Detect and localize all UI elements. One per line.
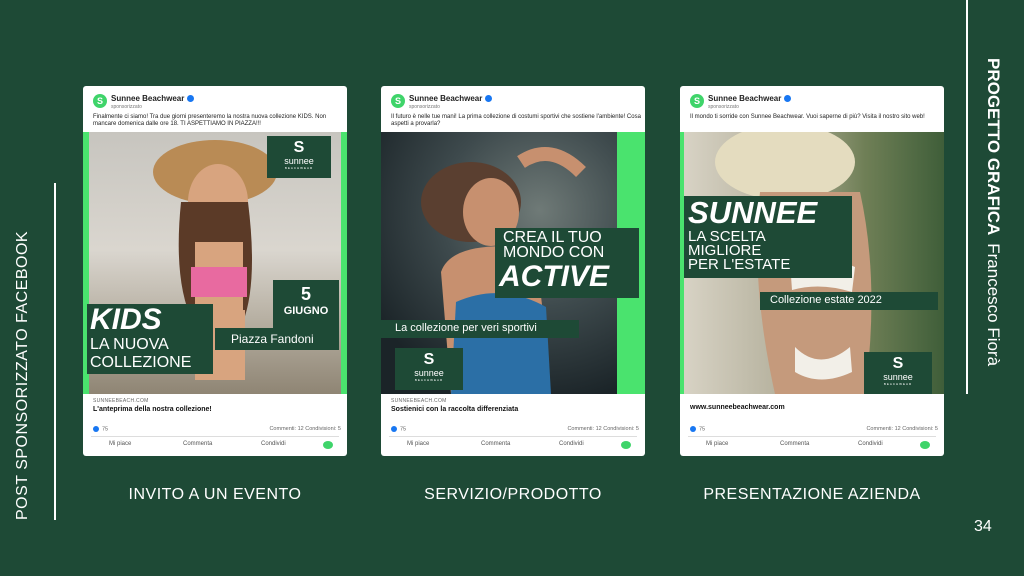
likes-count[interactable]: 75: [690, 426, 705, 432]
place-text: Piazza Fandoni: [231, 332, 314, 346]
page-avatar-small-icon[interactable]: [920, 441, 930, 449]
like-button[interactable]: Mi piace: [109, 441, 131, 447]
post-label-event: INVITO A UN EVENTO: [128, 486, 302, 503]
page-avatar-small-icon[interactable]: [621, 441, 631, 449]
brand-logo-box: S sunnee BEACHWEAR: [864, 352, 932, 394]
post-caption: Finalmente ci siamo! Tra due giorni pres…: [93, 114, 327, 127]
comments-shares[interactable]: Commenti: 12 Condivisioni: 5: [567, 426, 639, 432]
section-title: POST SPONSORIZZATO FACEBOOK: [14, 230, 31, 520]
page-number: 34: [974, 518, 992, 535]
brand-sub: BEACHWEAR: [284, 166, 314, 170]
likes-value: 75: [400, 426, 407, 433]
likes-count[interactable]: 75: [391, 426, 406, 432]
post-image[interactable]: SUNNEE LA SCELTA MIGLIORE PER L'ESTATE C…: [680, 132, 944, 394]
likes-value: 75: [699, 426, 706, 433]
like-button[interactable]: Mi piace: [706, 441, 728, 447]
verified-icon: [784, 95, 792, 103]
kids-line1: LA NUOVA: [90, 336, 169, 353]
page-avatar[interactable]: S: [690, 94, 704, 108]
brand-mark: S: [892, 355, 904, 372]
post-image[interactable]: CREA IL TUO MONDO CON ACTIVE La collezio…: [381, 132, 645, 394]
collection-text: Collezione estate 2022: [770, 294, 882, 306]
kids-line2: COLLEZIONE: [90, 354, 192, 371]
stats-divider: [91, 436, 339, 437]
page-name[interactable]: Sunnee Beachwear: [409, 94, 493, 103]
share-button[interactable]: Condividi: [261, 441, 286, 447]
facebook-post-event: S Sunnee Beachwear sponsorizzato Finalme…: [83, 86, 347, 456]
brand-sub: BEACHWEAR: [883, 382, 913, 386]
active-title-box: CREA IL TUO MONDO CON ACTIVE: [495, 228, 639, 298]
stats-divider: [389, 436, 637, 437]
active-sub-box: La collezione per veri sportivi: [381, 320, 579, 338]
facebook-post-company: S Sunnee Beachwear sponsorizzato Il mond…: [680, 86, 944, 456]
page-name-text: Sunnee Beachwear: [409, 94, 483, 103]
stats-divider: [688, 436, 936, 437]
post-label-company: PRESENTAZIONE AZIENDA: [703, 486, 921, 503]
post-caption: Il mondo ti sorride con Sunnee Beachwear…: [690, 114, 925, 120]
like-icon: [93, 426, 99, 432]
project-title: PROGETTO GRAFICA Francesco Fiorà: [983, 58, 1003, 366]
page-name[interactable]: Sunnee Beachwear: [111, 94, 195, 103]
post-image[interactable]: S sunnee BEACHWEAR 5 GIUGNO KIDS LA NUOV…: [83, 132, 347, 394]
post-caption: Il futuro è nelle tue mani! La prima col…: [391, 114, 641, 127]
collection-box: Collezione estate 2022: [760, 292, 938, 310]
brand-word: sunnee: [414, 368, 444, 378]
brand-logo-box: S sunnee BEACHWEAR: [267, 136, 331, 178]
project-name: PROGETTO GRAFICA: [984, 58, 1003, 236]
active-title: ACTIVE: [499, 260, 610, 293]
brand-mark: S: [293, 139, 305, 156]
like-icon: [391, 426, 397, 432]
comment-button[interactable]: Commenta: [780, 441, 809, 447]
page-avatar[interactable]: S: [391, 94, 405, 108]
date-box: 5 GIUGNO: [273, 280, 339, 328]
left-divider-line: [54, 183, 56, 520]
facebook-post-product: S Sunnee Beachwear sponsorizzato Il futu…: [381, 86, 645, 456]
sponsored-label: sponsorizzato: [409, 104, 440, 110]
sponsored-label: sponsorizzato: [111, 104, 142, 110]
like-icon: [690, 426, 696, 432]
green-accent-right: [341, 132, 347, 394]
brand-sub: BEACHWEAR: [414, 378, 444, 382]
comment-button[interactable]: Commenta: [481, 441, 510, 447]
brand-mark: S: [423, 351, 435, 368]
brand-logo-box: S sunnee BEACHWEAR: [395, 348, 463, 390]
comments-shares[interactable]: Commenti: 12 Condivisioni: 5: [866, 426, 938, 432]
author-name: Francesco Fiorà: [984, 243, 1003, 367]
date-day: 5: [300, 284, 311, 304]
kids-title: KIDS: [90, 303, 162, 336]
date-month: GIUGNO: [283, 305, 329, 317]
like-button[interactable]: Mi piace: [407, 441, 429, 447]
likes-value: 75: [102, 426, 109, 433]
comments-shares[interactable]: Commenti: 12 Condivisioni: 5: [269, 426, 341, 432]
brand-word: sunnee: [284, 156, 314, 166]
sunnee-title: SUNNEE: [688, 195, 818, 230]
page-avatar-small-icon[interactable]: [323, 441, 333, 449]
post-headline[interactable]: Sostienici con la raccolta differenziata: [391, 406, 518, 413]
active-line2: MONDO CON: [503, 244, 605, 261]
post-headline[interactable]: L'anteprima della nostra collezione!: [93, 406, 212, 413]
sponsored-label: sponsorizzato: [708, 104, 739, 110]
page-avatar[interactable]: S: [93, 94, 107, 108]
likes-count[interactable]: 75: [93, 426, 108, 432]
post-link-domain[interactable]: SUNNEEBEACH.COM: [93, 398, 149, 404]
post-label-product: SERVIZIO/PRODOTTO: [424, 486, 602, 503]
post-link-domain[interactable]: SUNNEEBEACH.COM: [391, 398, 447, 404]
sunnee-line3: PER L'ESTATE: [688, 256, 791, 273]
brand-word: sunnee: [883, 372, 913, 382]
verified-icon: [187, 95, 195, 103]
sunnee-title-box: SUNNEE LA SCELTA MIGLIORE PER L'ESTATE: [684, 196, 852, 278]
share-button[interactable]: Condividi: [559, 441, 584, 447]
comment-button[interactable]: Commenta: [183, 441, 212, 447]
place-box: Piazza Fandoni: [215, 328, 339, 350]
kids-title-box: KIDS LA NUOVA COLLEZIONE: [87, 304, 213, 374]
post-headline[interactable]: www.sunneebeachwear.com: [690, 404, 785, 411]
active-sub: La collezione per veri sportivi: [395, 322, 537, 334]
page-name[interactable]: Sunnee Beachwear: [708, 94, 792, 103]
verified-icon: [485, 95, 493, 103]
share-button[interactable]: Condividi: [858, 441, 883, 447]
right-divider-line: [966, 0, 968, 394]
page-name-text: Sunnee Beachwear: [111, 94, 185, 103]
page-name-text: Sunnee Beachwear: [708, 94, 782, 103]
